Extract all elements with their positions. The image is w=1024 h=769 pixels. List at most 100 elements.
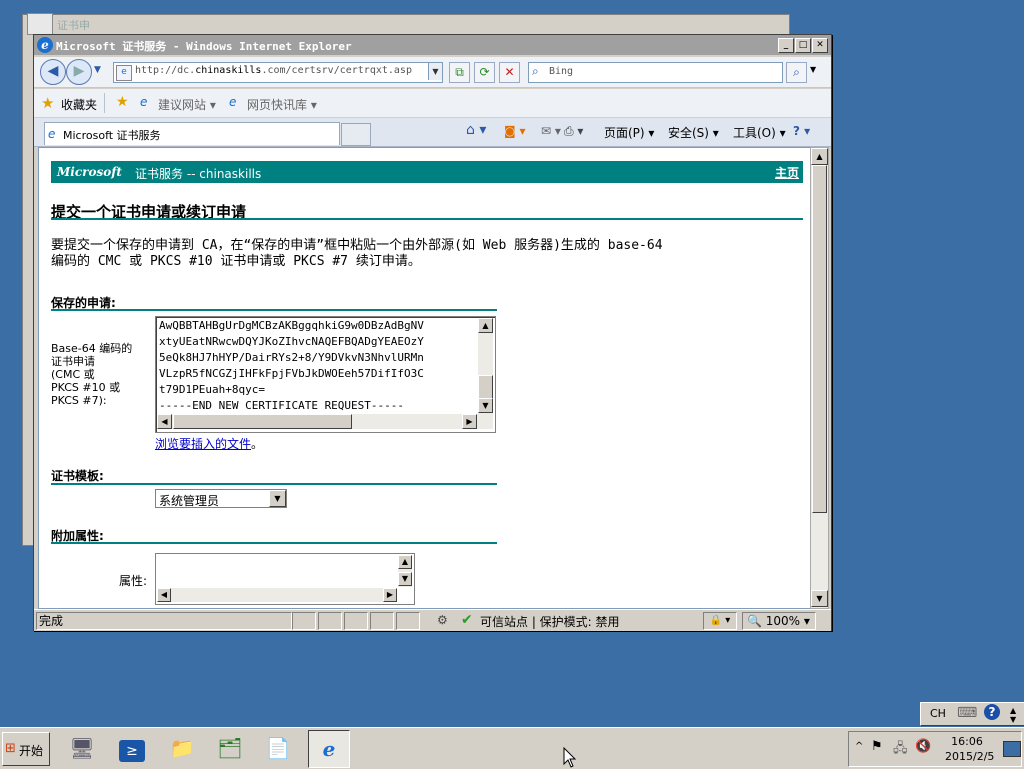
scroll-thumb[interactable] [173,414,352,429]
page-vertical-scrollbar[interactable]: ▲ ▼ [810,147,829,609]
language-indicator[interactable]: CH [930,707,946,720]
scroll-up-arrow-icon[interactable]: ▲ [398,555,412,569]
address-bar[interactable]: e http://dc.chinaskills.com/certsrv/cert… [113,62,443,83]
template-select[interactable]: 系统管理员 ▼ [155,489,287,508]
zone-text[interactable]: 可信站点 | 保护模式: 禁用 [480,613,620,630]
taskbar: ⊞ 开始 🖥 ≥ 📁 🗂 📄 e ^ ⚑ 🖧 🔇 16:06 2015/2/5 [0,727,1024,769]
zoom-control[interactable]: 🔍 100% ▾ [742,612,816,630]
app-icon [27,13,53,35]
page-menu[interactable]: 页面(P) ▾ [604,124,654,141]
keyboard-icon[interactable]: ⌨ [957,705,977,721]
internet-explorer-icon[interactable]: e [308,730,350,768]
volume-muted-icon[interactable]: 🔇 [915,739,931,754]
explorer-folder-icon[interactable]: 📁 [162,730,202,766]
label-line: PKCS #10 或 [51,381,121,394]
help-icon[interactable]: ? [984,704,1000,720]
banner-service-name: 证书服务 -- chinaskills [135,167,262,181]
clock-time[interactable]: 16:06 [949,735,985,748]
scroll-thumb[interactable] [478,375,493,399]
home-icon[interactable]: ⌂ ▾ [466,122,486,138]
search-options-icon[interactable]: ▼ [810,65,816,74]
zone-settings-icon[interactable]: 🔒 ▾ [703,612,737,630]
attr-horizontal-scrollbar[interactable]: ◀ ▶ [157,588,397,602]
compatibility-view-icon[interactable]: ⧉ [449,62,470,83]
tab-cert-services[interactable]: e Microsoft 证书服务 [44,122,340,145]
template-heading: 证书模板: [51,469,104,483]
server-manager-icon[interactable]: 🖥 [62,730,102,766]
scroll-right-arrow-icon[interactable]: ▶ [462,414,477,429]
saved-request-textarea[interactable]: AwQBBTAHBgUrDgMCBzAKBggqhkiG9w0DBzAdBgNV… [155,316,496,433]
scroll-up-arrow-icon[interactable]: ▲ [811,148,828,165]
scroll-right-arrow-icon[interactable]: ▶ [383,588,397,602]
scroll-left-arrow-icon[interactable]: ◀ [157,414,172,429]
scroll-thumb[interactable] [812,165,827,513]
help-icon[interactable]: ? ▾ [793,124,810,138]
browse-file-link[interactable]: 浏览要插入的文件 [155,437,251,451]
window-title: Microsoft 证书服务 - Windows Internet Explor… [56,40,352,53]
forward-button[interactable]: ▶ [66,59,92,85]
security-zone-icon[interactable]: ⚙ [437,613,448,627]
safety-menu[interactable]: 安全(S) ▾ [668,124,719,141]
chevron-down-icon[interactable]: ▼ [269,490,286,507]
attributes-textarea[interactable]: ▲ ▼ ◀ ▶ [155,553,415,605]
textarea-vertical-scrollbar[interactable]: ▲ ▼ [478,318,493,414]
start-label: 开始 [19,744,44,758]
powershell-icon[interactable]: ≥ [112,730,152,766]
refresh-icon[interactable]: ⟳ [474,62,495,83]
template-value: 系统管理员 [159,494,220,508]
certificate-tool-icon[interactable]: 🗂 [210,730,250,766]
ie-icon: e [37,37,53,53]
print-icon[interactable]: ⎙ ▾ [564,124,583,139]
language-bar-options-icon[interactable]: ▲ ▼ [1010,706,1016,724]
status-bar: 完成 ⚙ ✔ 可信站点 | 保护模式: 禁用 🔒 ▾ 🔍 100% ▾ [34,609,831,631]
show-desktop-icon[interactable] [1003,741,1021,757]
scroll-down-arrow-icon[interactable]: ▼ [398,572,412,586]
start-button[interactable]: ⊞ 开始 [2,732,50,766]
status-panel [370,612,394,630]
scroll-up-arrow-icon[interactable]: ▲ [478,318,493,333]
request-line: VLzpR5fNCGZjIHFkFpjFVbJkDWOEeh57DifIfO3C [159,367,424,380]
add-favorite-icon[interactable]: ★ [116,94,129,110]
web-slice-gallery-link[interactable]: 网页快讯库 ▾ [247,96,317,113]
textarea-horizontal-scrollbar[interactable]: ◀ ▶ [157,414,493,429]
stop-icon[interactable]: ✕ [499,62,520,83]
window-titlebar[interactable]: e Microsoft 证书服务 - Windows Internet Expl… [34,35,831,55]
background-window-titlebar[interactable]: 证书申 [23,13,789,35]
clock-date[interactable]: 2015/2/5 [945,750,994,763]
search-box[interactable]: ⌕ Bing [528,62,783,83]
checkmark-icon: ✔ [461,612,473,628]
history-dropdown-icon[interactable]: ▼ [94,65,101,75]
home-link[interactable]: 主页 [775,164,799,181]
show-hidden-icons-icon[interactable]: ^ [855,741,863,752]
address-url[interactable]: http://dc.chinaskills.com/certsrv/certrq… [135,65,412,76]
suggested-sites-link[interactable]: 建议网站 ▾ [158,96,216,113]
status-panel [292,612,316,630]
address-dropdown-icon[interactable]: ▼ [428,63,442,80]
favorites-star-icon: ★ [41,94,55,112]
flag-icon[interactable]: ⚑ [871,739,883,754]
network-icon[interactable]: 🖧 [893,739,908,761]
minimize-button[interactable]: _ [778,38,794,53]
request-line: t79D1PEuah+8qyc= [159,383,265,396]
zoom-level: 100% [765,614,801,628]
search-go-icon[interactable]: ⌕ [786,62,807,83]
maximize-button[interactable]: □ [795,38,811,53]
request-line: AwQBBTAHBgUrDgMCBzAKBggqhkiG9w0DBzAdBgNV [159,319,424,332]
close-button[interactable]: ✕ [812,38,828,53]
web-slice-icon: e [229,95,237,109]
attr-vertical-scrollbar[interactable]: ▲ ▼ [398,555,412,587]
favorites-button[interactable]: 收藏夹 [61,96,97,113]
feeds-icon[interactable]: ◙ ▾ [504,124,525,138]
mail-icon[interactable]: ✉ ▾ [541,124,561,138]
page-icon: e [116,65,132,81]
intro-line-1: 要提交一个保存的申请到 CA，在“保存的申请”框中粘贴一个由外部源(如 Web … [51,238,663,253]
tools-menu[interactable]: 工具(O) ▾ [733,124,786,141]
back-button[interactable]: ◀ [40,59,66,85]
browse-file-text: 浏览要插入的文件。 [155,435,263,452]
notepad-icon[interactable]: 📄 [258,730,298,766]
label-line: 证书申请 [51,355,95,368]
scroll-down-arrow-icon[interactable]: ▼ [478,398,493,413]
scroll-left-arrow-icon[interactable]: ◀ [157,588,171,602]
scroll-down-arrow-icon[interactable]: ▼ [811,590,828,607]
new-tab-button[interactable] [341,123,371,146]
